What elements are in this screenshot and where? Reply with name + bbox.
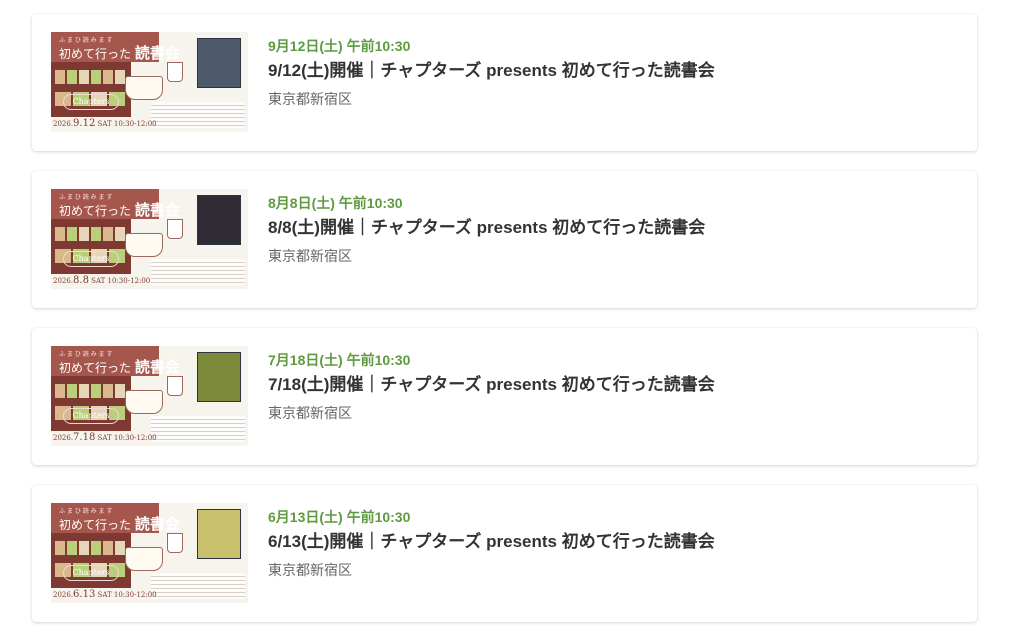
cup-icon (167, 376, 183, 396)
event-date: 6月13日(土) 午前10:30 (268, 509, 411, 525)
event-date: 7月18日(土) 午前10:30 (268, 352, 411, 368)
event-thumbnail[interactable]: ふ ま ひ 読 み ま す 初めて行った 読書会 Chapters 2026.7… (51, 346, 248, 446)
event-title[interactable]: 9/12(土)開催｜チャプターズ presents 初めて行った読書会 (268, 58, 715, 84)
cup-icon (167, 219, 183, 239)
open-book-icon (125, 547, 163, 571)
event-card[interactable]: ふ ま ひ 読 み ま す 初めて行った 読書会 Chapters 2026.8… (32, 171, 977, 308)
event-date: 8月8日(土) 午前10:30 (268, 195, 403, 211)
event-card[interactable]: ふ ま ひ 読 み ま す 初めて行った 読書会 Chapters 2026.7… (32, 328, 977, 465)
event-list: ふ ま ひ 読 み ま す 初めて行った 読書会 Chapters 2026.9… (0, 0, 1024, 632)
chapters-logo: Chapters (63, 565, 119, 581)
cup-icon (167, 533, 183, 553)
event-title[interactable]: 8/8(土)開催｜チャプターズ presents 初めて行った読書会 (268, 215, 705, 241)
book-cover-image (197, 195, 241, 245)
cup-icon (167, 62, 183, 82)
open-book-icon (125, 233, 163, 257)
open-book-icon (125, 76, 163, 100)
event-thumbnail[interactable]: ふ ま ひ 読 み ま す 初めて行った 読書会 Chapters 2026.8… (51, 189, 248, 289)
event-location: 東京都新宿区 (268, 91, 352, 107)
book-cover-image (197, 352, 241, 402)
event-thumbnail[interactable]: ふ ま ひ 読 み ま す 初めて行った 読書会 Chapters 2026.6… (51, 503, 248, 603)
event-title[interactable]: 6/13(土)開催｜チャプターズ presents 初めて行った読書会 (268, 529, 715, 555)
event-location: 東京都新宿区 (268, 248, 352, 264)
chapters-logo: Chapters (63, 251, 119, 267)
open-book-icon (125, 390, 163, 414)
event-thumbnail[interactable]: ふ ま ひ 読 み ま す 初めて行った 読書会 Chapters 2026.9… (51, 32, 248, 132)
event-date: 9月12日(土) 午前10:30 (268, 38, 411, 54)
event-card[interactable]: ふ ま ひ 読 み ま す 初めて行った 読書会 Chapters 2026.6… (32, 485, 977, 622)
chapters-logo: Chapters (63, 94, 119, 110)
event-location: 東京都新宿区 (268, 405, 352, 421)
event-title[interactable]: 7/18(土)開催｜チャプターズ presents 初めて行った読書会 (268, 372, 715, 398)
event-location: 東京都新宿区 (268, 562, 352, 578)
event-card[interactable]: ふ ま ひ 読 み ま す 初めて行った 読書会 Chapters 2026.9… (32, 14, 977, 151)
book-cover-image (197, 38, 241, 88)
chapters-logo: Chapters (63, 408, 119, 424)
book-cover-image (197, 509, 241, 559)
